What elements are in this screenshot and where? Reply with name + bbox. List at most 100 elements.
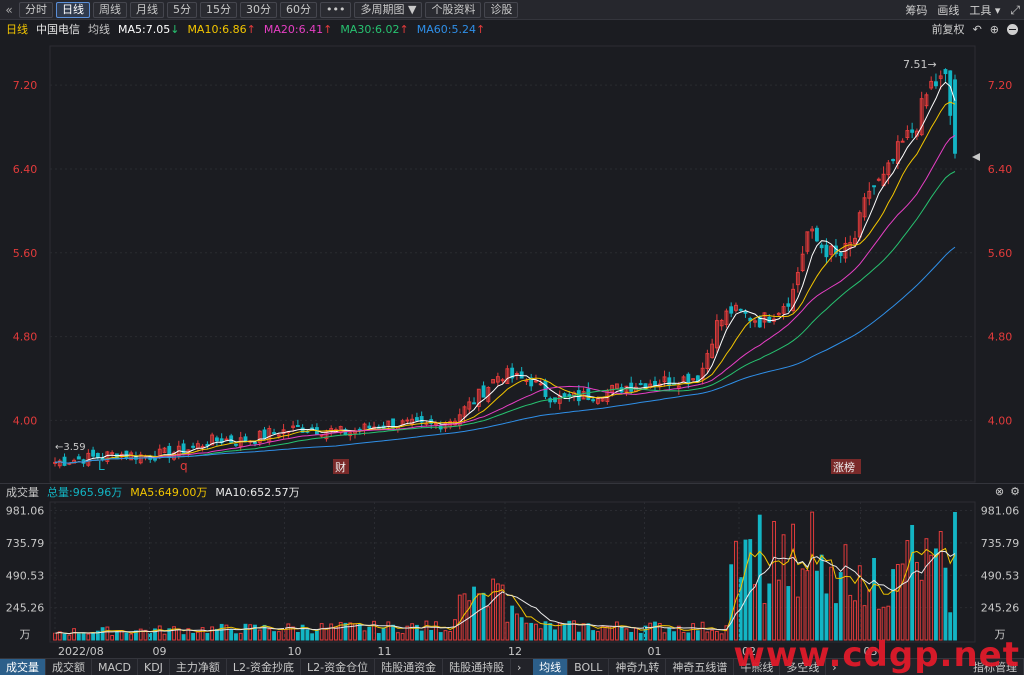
tab-hk-connect-fund[interactable]: 陆股通资金 bbox=[375, 658, 444, 675]
candle-body bbox=[900, 140, 905, 143]
candle-body bbox=[814, 227, 819, 242]
volume-bar bbox=[800, 568, 805, 641]
candle-body bbox=[838, 252, 843, 257]
multi-period-dropdown[interactable]: 多周期图 ▼ bbox=[354, 1, 423, 18]
volume-tick-right: 245.26 bbox=[981, 602, 1020, 615]
volume-bar bbox=[829, 566, 834, 641]
high-annotation: 7.51→ bbox=[903, 58, 937, 71]
fq-dropdown[interactable]: 前复权 bbox=[932, 21, 965, 37]
tab-l2-position[interactable]: L2-资金仓位 bbox=[301, 658, 376, 675]
volume-bar bbox=[843, 544, 848, 641]
tab-main-net[interactable]: 主力净额 bbox=[170, 658, 227, 675]
volume-bar bbox=[110, 634, 115, 641]
period-daily-button[interactable]: 日线 bbox=[56, 1, 90, 18]
ma60-value: MA60:5.24↑ bbox=[416, 22, 486, 36]
period-weekly-button[interactable]: 周线 bbox=[93, 1, 127, 18]
price-tick-left: 5.60 bbox=[13, 247, 38, 260]
candle-body bbox=[76, 456, 81, 460]
tab-magic-nine[interactable]: 神奇九转 bbox=[609, 658, 667, 675]
volume-bar bbox=[105, 626, 110, 641]
tab-hk-connect-hold[interactable]: 陆股通持股 bbox=[443, 658, 512, 675]
volume-bar bbox=[395, 632, 400, 641]
double-chevron-left-icon[interactable]: « bbox=[2, 3, 16, 17]
top-toolbar: « 分时 日线 周线 月线 5分 15分 30分 60分 ••• 多周期图 ▼ … bbox=[0, 0, 1024, 20]
volume-bar bbox=[348, 622, 353, 641]
volume-ma10: MA10:652.57万 bbox=[215, 486, 300, 499]
ma10-value: MA10:6.86↑ bbox=[187, 22, 256, 36]
tools-dropdown[interactable]: 工具 ▾ bbox=[969, 2, 1000, 18]
event-marker-finance: 财 bbox=[335, 460, 346, 474]
volume-bar bbox=[534, 623, 538, 641]
price-chart[interactable]: 4.00 4.00 4.80 4.80 5.60 5.60 6.40 6.40 7.20 7.20… bbox=[0, 38, 1024, 483]
volume-bar bbox=[681, 631, 686, 641]
volume-bar bbox=[867, 589, 872, 641]
chips-button[interactable]: 筹码 bbox=[905, 2, 927, 18]
volume-bar bbox=[672, 631, 676, 641]
period-60min-button[interactable]: 60分 bbox=[280, 1, 317, 18]
tab-macd[interactable]: MACD bbox=[92, 658, 138, 675]
period-15min-button[interactable]: 15分 bbox=[200, 1, 237, 18]
tab-kdj[interactable]: KDJ bbox=[138, 658, 170, 675]
ma-label[interactable]: 均线 bbox=[88, 21, 110, 37]
tab-ma[interactable]: 均线 bbox=[533, 658, 569, 675]
zoom-out-icon[interactable] bbox=[1007, 23, 1018, 35]
volume-tick-right: 735.79 bbox=[981, 537, 1020, 550]
ma20-line bbox=[54, 134, 956, 464]
candle-body bbox=[738, 308, 743, 311]
volume-bar bbox=[86, 633, 91, 641]
candle-body bbox=[367, 425, 372, 429]
volume-bar bbox=[576, 631, 581, 641]
tab-boll[interactable]: BOLL bbox=[568, 658, 610, 675]
period-30min-button[interactable]: 30分 bbox=[240, 1, 277, 18]
volume-bar bbox=[200, 627, 205, 641]
tab-magic-five[interactable]: 神奇五线谱 bbox=[666, 658, 735, 675]
volume-bar bbox=[891, 569, 896, 641]
volume-bar bbox=[700, 621, 705, 641]
volume-bar bbox=[848, 594, 853, 641]
tab-volume[interactable]: 成交量 bbox=[0, 658, 46, 675]
volume-tick-right: 490.53 bbox=[981, 569, 1020, 582]
volume-bar bbox=[662, 632, 667, 641]
period-intraday-button[interactable]: 分时 bbox=[19, 1, 53, 18]
volume-bar bbox=[653, 621, 657, 641]
volume-bar bbox=[310, 633, 315, 641]
volume-bar bbox=[72, 628, 76, 641]
candle-body bbox=[262, 429, 267, 439]
candle-body bbox=[824, 244, 829, 258]
volume-bar bbox=[162, 633, 167, 641]
volume-bar bbox=[272, 631, 276, 641]
chevron-right-icon[interactable]: › bbox=[511, 661, 527, 674]
volume-tick-left: 245.26 bbox=[6, 602, 45, 615]
draw-line-button[interactable]: 画线 bbox=[937, 2, 959, 18]
diagnose-button[interactable]: 诊股 bbox=[484, 1, 519, 18]
close-icon[interactable]: ⊗ bbox=[995, 485, 1004, 498]
candle-body bbox=[253, 441, 257, 444]
settings-icon[interactable]: ⚙ bbox=[1010, 485, 1020, 498]
period-5min-button[interactable]: 5分 bbox=[167, 1, 197, 18]
date-tick: 2022/08 bbox=[58, 645, 104, 658]
candle-body bbox=[629, 382, 634, 392]
volume-tick-right: 981.06 bbox=[981, 505, 1020, 518]
volume-bar bbox=[591, 630, 596, 641]
undo-icon[interactable]: ↶ bbox=[973, 23, 982, 36]
zoom-in-icon[interactable]: ⊕ bbox=[990, 23, 999, 36]
volume-bar bbox=[838, 572, 843, 641]
volume-bar bbox=[205, 633, 210, 641]
candle-body bbox=[934, 81, 938, 87]
volume-bar bbox=[710, 629, 715, 641]
tab-l2-bottom[interactable]: L2-资金抄底 bbox=[227, 658, 302, 675]
tab-turnover[interactable]: 成交额 bbox=[46, 658, 92, 675]
expand-icon[interactable]: ⤢ bbox=[1010, 3, 1020, 18]
event-marker-rank: 涨榜 bbox=[833, 460, 855, 474]
volume-bar bbox=[772, 520, 776, 641]
volume-title[interactable]: 成交量 bbox=[6, 484, 39, 500]
price-tick-right: 6.40 bbox=[988, 163, 1013, 176]
period-monthly-button[interactable]: 月线 bbox=[130, 1, 164, 18]
candle-body bbox=[114, 453, 119, 460]
candle-body bbox=[95, 453, 100, 458]
volume-bar bbox=[805, 570, 810, 641]
volume-bar bbox=[462, 593, 467, 641]
volume-bar bbox=[148, 632, 153, 641]
more-periods-button[interactable]: ••• bbox=[320, 1, 352, 18]
stock-profile-button[interactable]: 个股资料 bbox=[425, 1, 482, 18]
